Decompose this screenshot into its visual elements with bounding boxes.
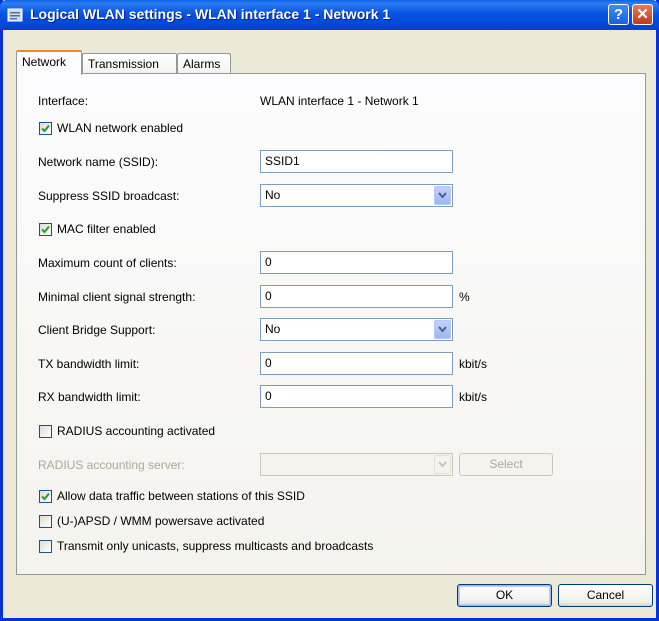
checkmark-icon [41, 225, 50, 234]
select-value: No [265, 188, 281, 202]
tab-label: Alarms [183, 57, 221, 71]
signal-unit: % [459, 290, 470, 304]
tab-label: Network [22, 55, 67, 69]
client-bridge-label: Client Bridge Support: [38, 323, 156, 337]
mac-filter-label[interactable]: MAC filter enabled [57, 222, 156, 236]
checkmark-icon [41, 492, 50, 501]
title-bar[interactable]: Logical WLAN settings - WLAN interface 1… [0, 0, 659, 30]
dialog-window: Logical WLAN settings - WLAN interface 1… [0, 0, 659, 621]
signal-strength-input[interactable]: 0 [260, 285, 453, 308]
close-icon: ✕ [636, 6, 649, 23]
chevron-down-icon[interactable] [434, 455, 451, 474]
rx-limit-label: RX bandwidth limit: [38, 390, 141, 404]
wlan-enabled-checkbox[interactable] [39, 122, 52, 135]
close-button[interactable]: ✕ [632, 4, 653, 25]
tab-network[interactable]: Network [16, 50, 82, 75]
window-title: Logical WLAN settings - WLAN interface 1… [30, 6, 391, 22]
interface-value: WLAN interface 1 - Network 1 [260, 94, 419, 108]
unicast-only-checkbox[interactable] [39, 540, 52, 553]
select-server-button[interactable]: Select [459, 453, 553, 476]
apsd-checkbox[interactable] [39, 515, 52, 528]
wlan-enabled-label[interactable]: WLAN network enabled [57, 121, 183, 135]
radius-accounting-checkbox[interactable] [39, 425, 52, 438]
tab-label: Transmission [88, 57, 159, 71]
chevron-down-icon[interactable] [434, 186, 451, 205]
allow-traffic-label[interactable]: Allow data traffic between stations of t… [57, 489, 305, 503]
signal-strength-label: Minimal client signal strength: [38, 290, 196, 304]
ssid-label: Network name (SSID): [38, 155, 159, 169]
apsd-label[interactable]: (U-)APSD / WMM powersave activated [57, 514, 264, 528]
tx-unit: kbit/s [459, 357, 488, 371]
cancel-button[interactable]: Cancel [558, 584, 653, 607]
checkmark-icon [41, 124, 50, 133]
interface-label: Interface: [38, 94, 89, 108]
radius-server-select[interactable] [260, 453, 453, 476]
rx-limit-input[interactable]: 0 [260, 385, 453, 408]
suppress-ssid-select[interactable]: No [260, 184, 453, 207]
help-icon: ? [613, 6, 624, 23]
max-clients-input[interactable]: 0 [260, 251, 453, 274]
tab-transmission[interactable]: Transmission [82, 53, 177, 73]
tab-alarms[interactable]: Alarms [177, 53, 231, 73]
network-panel: Interface: WLAN interface 1 - Network 1 … [16, 73, 646, 575]
chevron-down-icon[interactable] [434, 320, 451, 339]
mac-filter-checkbox[interactable] [39, 223, 52, 236]
max-clients-label: Maximum count of clients: [38, 256, 177, 270]
radius-accounting-label[interactable]: RADIUS accounting activated [57, 424, 215, 438]
tx-limit-label: TX bandwidth limit: [38, 357, 140, 371]
client-bridge-select[interactable]: No [260, 318, 453, 341]
unicast-only-label[interactable]: Transmit only unicasts, suppress multica… [57, 539, 373, 553]
rx-unit: kbit/s [459, 390, 488, 404]
suppress-ssid-label: Suppress SSID broadcast: [38, 189, 180, 203]
settings-app-icon [7, 7, 23, 23]
radius-server-label: RADIUS accounting server: [38, 458, 185, 472]
ok-button[interactable]: OK [457, 584, 552, 607]
help-button[interactable]: ? [608, 4, 629, 25]
allow-traffic-checkbox[interactable] [39, 490, 52, 503]
ssid-input[interactable]: SSID1 [260, 150, 453, 173]
tx-limit-input[interactable]: 0 [260, 352, 453, 375]
select-value: No [265, 322, 281, 336]
